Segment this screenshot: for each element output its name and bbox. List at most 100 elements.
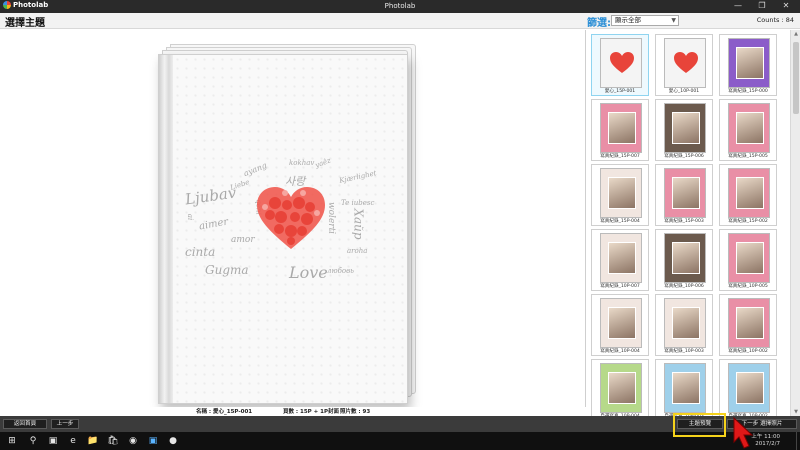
thumbnail-label: 寫真紀錄_15P-007 — [600, 154, 640, 159]
thumbnail-label: 寫真紀錄_10P-006 — [664, 284, 704, 289]
windows-start-icon[interactable]: ⊞ — [6, 435, 18, 447]
thumbnail-photo — [608, 307, 636, 339]
theme-thumbnail[interactable]: 寫真紀錄_15P-003 — [655, 164, 713, 226]
album-cover: Ljubav ayang Liebe 사랑 aimer amor Gugma L… — [158, 54, 408, 404]
edge-browser-icon[interactable]: e — [67, 435, 79, 447]
scrollbar-thumb[interactable] — [793, 42, 799, 114]
cloud-word: Te iubesc — [341, 199, 375, 207]
thumbnail-cover — [664, 103, 706, 153]
cloud-word: kokhav — [289, 159, 315, 167]
prev-step-button[interactable]: 上一步 — [51, 419, 79, 429]
window-title: Photolab — [384, 2, 416, 10]
chrome-icon[interactable]: ◉ — [127, 435, 139, 447]
cloud-word: yaêz — [314, 156, 332, 170]
thumbnail-photo — [736, 372, 764, 404]
cloud-word: любовь — [327, 267, 354, 275]
cloud-word: cinta — [185, 245, 216, 259]
thumbnail-label: 寫真紀錄_15P-006 — [664, 154, 704, 159]
show-desktop-button[interactable] — [796, 432, 800, 450]
file-explorer-icon[interactable]: 📁 — [87, 435, 99, 447]
close-icon[interactable]: ✕ — [776, 0, 796, 13]
theme-thumbnail[interactable]: 寫真紀錄_10P-007 — [591, 229, 649, 291]
thumbnail-cover — [600, 168, 642, 218]
thumbnail-photo — [736, 112, 764, 144]
thumbnail-photo — [672, 372, 700, 404]
title-bar: Photolab Photolab — ❐ ✕ — [0, 0, 800, 13]
cloud-word: aroha — [347, 247, 368, 255]
heart-icon — [257, 187, 325, 249]
theme-thumbnail[interactable]: 自選寫真_10P-003 — [655, 359, 713, 416]
task-view-icon[interactable]: ▣ — [47, 435, 59, 447]
thumbnail-cover — [728, 38, 770, 88]
theme-thumbnail[interactable]: 愛心_10P-001 — [655, 34, 713, 96]
photolab-taskbar-icon[interactable]: ● — [167, 435, 179, 447]
photolab-app: Photolab Photolab — ❐ ✕ 選擇主題 篩選: 顯示全部 ▼ … — [0, 0, 800, 450]
theme-thumbnail[interactable]: 寫真紀錄_15P-005 — [719, 99, 777, 161]
header-bar: 選擇主題 篩選: 顯示全部 ▼ Counts : 84 — [0, 13, 800, 29]
thumbnail-photo — [608, 112, 636, 144]
thumbnail-scrollbar[interactable]: ▲ ▼ — [790, 30, 800, 416]
thumbnail-photo — [736, 242, 764, 274]
cloud-word: ai — [186, 213, 195, 221]
thumbnail-cover — [728, 233, 770, 283]
scroll-down-icon[interactable]: ▼ — [791, 409, 800, 415]
restore-icon[interactable]: ❐ — [752, 0, 772, 13]
thumbnail-cover — [664, 363, 706, 413]
thumbnail-cover — [664, 233, 706, 283]
theme-thumbnail[interactable]: 寫真紀錄_15P-007 — [591, 99, 649, 161]
thumbnail-photo — [736, 307, 764, 339]
theme-thumbnail[interactable]: 寫真紀錄_15P-002 — [719, 164, 777, 226]
theme-photo-count: 照片數 : 93 — [340, 409, 371, 415]
album-book-preview: Ljubav ayang Liebe 사랑 aimer amor Gugma L… — [158, 44, 416, 424]
search-icon[interactable]: ⚲ — [27, 435, 39, 447]
thumbnail-photo — [608, 242, 636, 274]
theme-thumbnail[interactable]: 自選寫真_10P-004 — [591, 359, 649, 416]
thumbnail-label: 寫真紀錄_10P-005 — [728, 284, 768, 289]
thumbnail-cover — [664, 298, 706, 348]
thumbnail-photo — [672, 112, 700, 144]
cloud-word: Love — [289, 263, 328, 282]
love-word-cloud: Ljubav ayang Liebe 사랑 aimer amor Gugma L… — [184, 155, 395, 285]
theme-pages: 頁數 : 15P + 1P封面 — [283, 409, 340, 415]
filter-label: 篩選: — [587, 18, 611, 29]
theme-thumbnail[interactable]: 寫真紀錄_10P-006 — [655, 229, 713, 291]
thumbnail-cover — [600, 363, 642, 413]
theme-thumbnail[interactable]: 寫真紀錄_15P-004 — [591, 164, 649, 226]
thumbnail-cover — [600, 298, 642, 348]
theme-thumbnail[interactable]: 寫真紀錄_15P-000 — [719, 34, 777, 96]
thumbnail-cover — [728, 103, 770, 153]
cloud-word: Kjærlighet — [338, 169, 378, 185]
chevron-down-icon: ▼ — [671, 17, 676, 24]
thumbnail-cover — [664, 38, 706, 88]
theme-thumbnail[interactable]: 寫真紀錄_10P-003 — [655, 294, 713, 356]
back-home-button[interactable]: 返回首頁 — [3, 419, 47, 429]
theme-thumbnail[interactable]: 自選寫真_10P-002 — [719, 359, 777, 416]
thumbnail-photo — [672, 177, 700, 209]
thumbnail-label: 寫真紀錄_15P-005 — [728, 154, 768, 159]
cloud-word: wolerti — [326, 201, 337, 235]
photoshop-icon[interactable]: ▣ — [147, 435, 159, 447]
thumbnail-label: 寫真紀錄_10P-003 — [664, 349, 704, 354]
thumbnail-photo — [672, 307, 700, 339]
page-title: 選擇主題 — [5, 18, 45, 29]
cloud-word: Хайр — [351, 208, 366, 240]
thumbnail-cover — [728, 168, 770, 218]
minimize-icon[interactable]: — — [728, 0, 748, 13]
thumbnail-label: 寫真紀錄_10P-002 — [728, 349, 768, 354]
theme-thumbnail[interactable]: 寫真紀錄_10P-002 — [719, 294, 777, 356]
thumbnail-photo — [672, 242, 700, 274]
cloud-word: Liebe — [229, 178, 251, 192]
cloud-word: aimer — [198, 216, 230, 233]
store-icon[interactable]: 🛍 — [107, 435, 119, 447]
cloud-word: amor — [231, 235, 255, 245]
scroll-up-icon[interactable]: ▲ — [791, 31, 800, 37]
filter-dropdown[interactable]: 顯示全部 ▼ — [611, 15, 679, 26]
theme-thumbnail[interactable]: 寫真紀錄_10P-004 — [591, 294, 649, 356]
theme-thumbnail[interactable]: 寫真紀錄_10P-005 — [719, 229, 777, 291]
theme-thumbnail[interactable]: 寫真紀錄_15P-006 — [655, 99, 713, 161]
theme-name: 名稱 : 愛心_15P-001 — [196, 409, 253, 415]
thumbnail-cover — [600, 233, 642, 283]
theme-preview-area: Ljubav ayang Liebe 사랑 aimer amor Gugma L… — [0, 30, 586, 416]
theme-thumbnail[interactable]: 愛心_15P-001 — [591, 34, 649, 96]
preview-button-highlight — [673, 413, 726, 437]
